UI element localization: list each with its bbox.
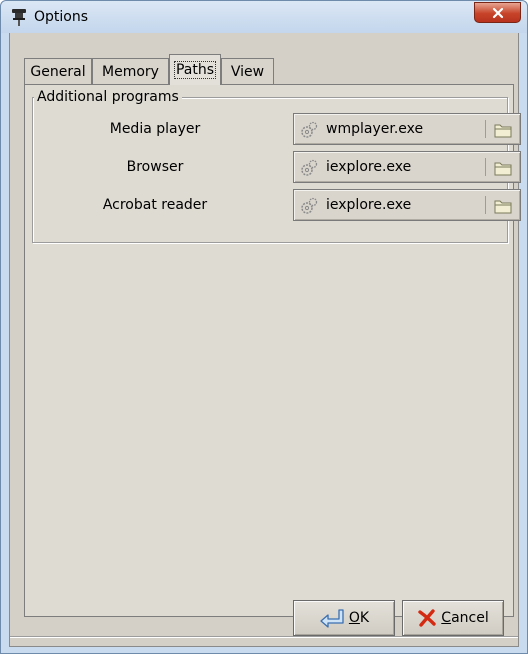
ok-button[interactable]: OK: [293, 600, 395, 636]
path-value: iexplore.exe: [326, 159, 412, 175]
media-player-label: Media player: [109, 121, 201, 137]
close-button[interactable]: [474, 2, 521, 23]
window-title: Options: [34, 9, 89, 25]
group-title: Additional programs: [34, 89, 182, 105]
path-value: wmplayer.exe: [326, 121, 424, 137]
ok-arrow-icon: [320, 609, 344, 628]
paths-tab-page: Additional programs Media player wmplaye…: [24, 84, 521, 617]
tab-memory[interactable]: Memory: [92, 58, 169, 84]
tab-label: Memory: [102, 63, 159, 80]
cancel-button[interactable]: Cancel: [402, 600, 504, 636]
button-area-separator: [10, 636, 518, 638]
cancel-x-icon: [418, 609, 436, 627]
tab-label: View: [230, 63, 265, 80]
cancel-mnemonic: C: [441, 610, 452, 626]
browser-label: Browser: [126, 159, 184, 175]
divider: [485, 196, 486, 214]
tab-label: General: [30, 63, 86, 80]
gear-icon: [301, 121, 318, 138]
tab-general[interactable]: General: [24, 58, 92, 84]
browser-path-button[interactable]: iexplore.exe: [293, 151, 521, 183]
tab-label: Paths: [173, 61, 217, 79]
folder-icon[interactable]: [494, 160, 512, 176]
divider: [485, 120, 486, 138]
folder-icon[interactable]: [494, 198, 512, 214]
path-value: iexplore.exe: [326, 197, 412, 213]
tab-view[interactable]: View: [221, 58, 274, 84]
cancel-label-rest: ancel: [451, 610, 489, 626]
folder-icon[interactable]: [494, 122, 512, 138]
close-icon: [492, 7, 503, 18]
acrobat-reader-path-button[interactable]: iexplore.exe: [293, 189, 521, 221]
divider: [485, 158, 486, 176]
tab-paths[interactable]: Paths: [169, 54, 221, 85]
acrobat-reader-label: Acrobat reader: [102, 197, 208, 213]
dialog-body: General Memory Paths View Additional pro…: [9, 33, 521, 647]
gear-icon: [301, 159, 318, 176]
gear-icon: [301, 197, 318, 214]
ok-label-rest: K: [359, 610, 370, 626]
options-window: Options General Memory Paths View Additi…: [0, 0, 528, 654]
ok-mnemonic: O: [348, 610, 360, 626]
pushpin-icon: [12, 9, 26, 26]
title-bar[interactable]: Options: [1, 1, 527, 33]
media-player-path-button[interactable]: wmplayer.exe: [293, 113, 521, 145]
